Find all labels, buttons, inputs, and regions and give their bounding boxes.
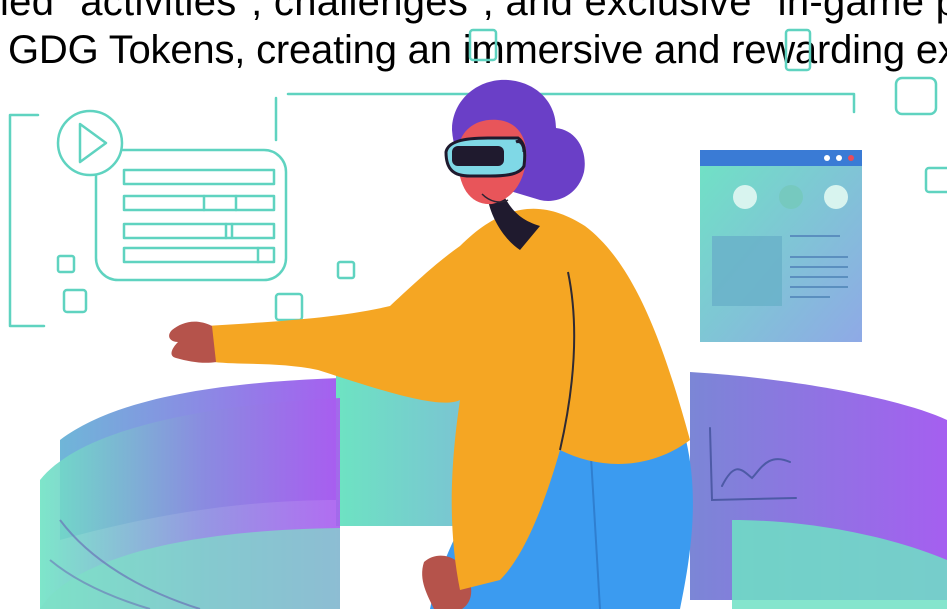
top-right-square bbox=[894, 76, 938, 116]
top-connector-line bbox=[286, 92, 856, 114]
form-row bbox=[122, 194, 276, 212]
small-square bbox=[56, 254, 76, 274]
small-square bbox=[274, 292, 304, 322]
panel-avatar bbox=[733, 185, 757, 209]
vr-illustration bbox=[8, 28, 947, 609]
form-row bbox=[122, 246, 276, 264]
form-row bbox=[122, 168, 276, 186]
left-bracket bbox=[8, 113, 46, 328]
hand-outstretched bbox=[169, 321, 216, 363]
panel-avatar bbox=[779, 185, 803, 209]
small-square bbox=[336, 260, 356, 280]
small-square bbox=[62, 288, 88, 314]
form-row bbox=[122, 222, 276, 240]
play-icon bbox=[56, 109, 124, 177]
right-square bbox=[924, 166, 947, 194]
panel-image bbox=[712, 236, 782, 306]
floating-app-panel bbox=[700, 150, 862, 342]
vr-headset-icon bbox=[444, 136, 527, 178]
panel-avatar bbox=[824, 185, 848, 209]
